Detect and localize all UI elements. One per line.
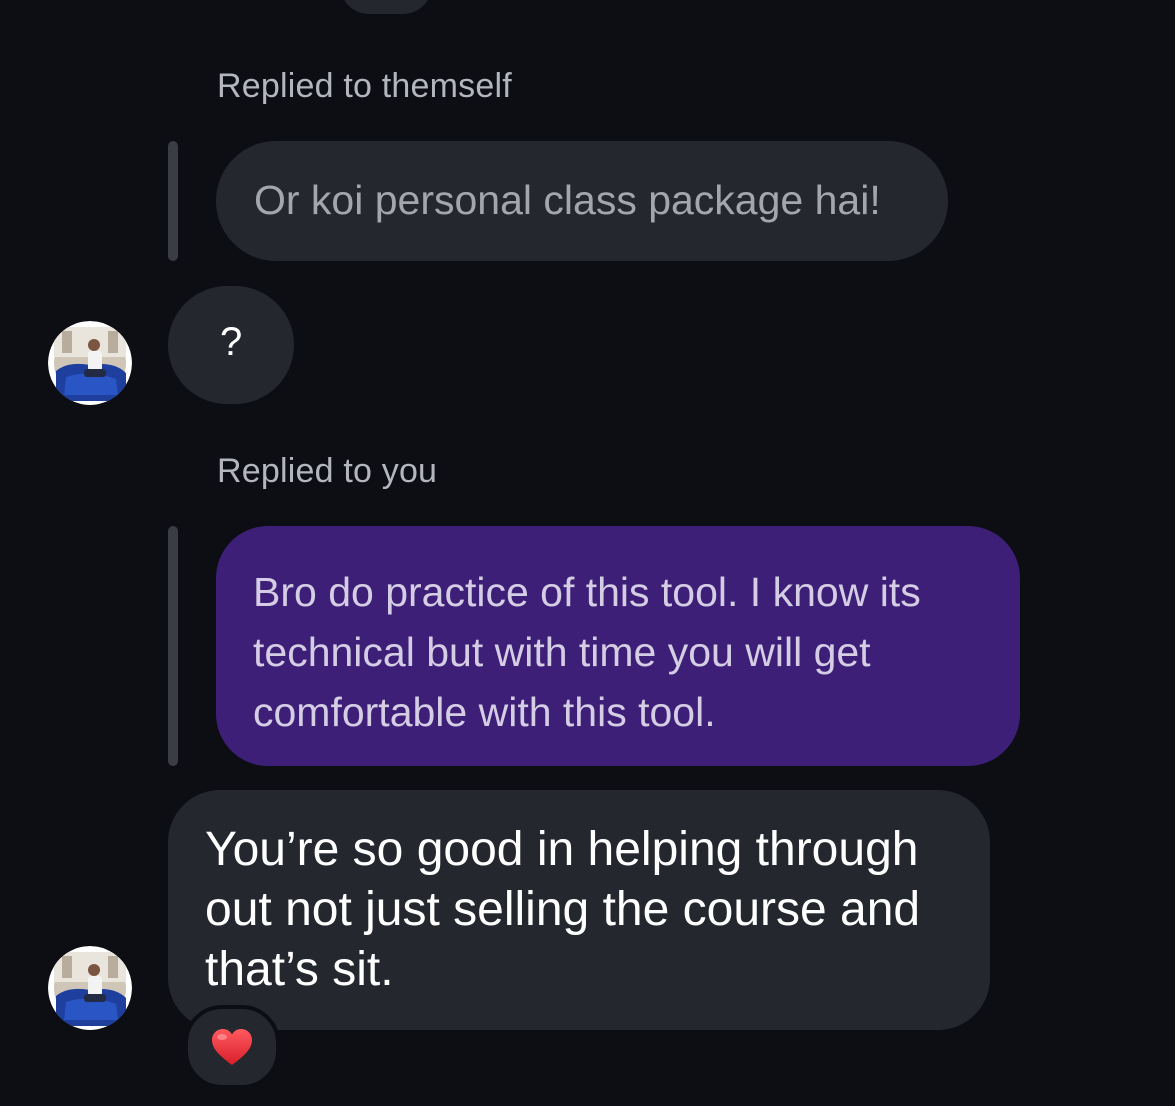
avatar[interactable] [48, 946, 132, 1030]
quoted-sent-message-bubble[interactable]: Bro do practice of this tool. I know its… [216, 526, 1020, 766]
quoted-message-text: Or koi personal class package hai! [254, 177, 881, 223]
profile-photo-icon [48, 946, 132, 1030]
red-heart-icon [212, 1029, 252, 1065]
quoted-message-bubble[interactable]: Or koi personal class package hai! [216, 141, 948, 261]
message-line: that’s sit. [205, 943, 394, 996]
reply-message-bubble[interactable]: You’re so good in helping through out no… [168, 790, 990, 1030]
reply-quote-bar [168, 141, 178, 261]
message-bubble[interactable]: ? [168, 286, 294, 404]
reaction-badge[interactable] [184, 1005, 280, 1089]
reply-context-label: Replied to themself [217, 67, 512, 105]
quoted-message-line: technical but with time you will get [253, 629, 871, 675]
avatar[interactable] [48, 321, 132, 405]
message-line: out not just selling the course and [205, 883, 921, 936]
previous-message-bubble[interactable] [340, 0, 432, 14]
reply-context-label: Replied to you [217, 452, 438, 490]
quoted-message-line: Bro do practice of this tool. I know its [253, 569, 921, 615]
reply-quote-bar [168, 526, 178, 766]
message-text: ? [220, 320, 243, 364]
profile-photo-icon [48, 321, 132, 405]
quoted-message-line: comfortable with this tool. [253, 689, 716, 735]
message-line: You’re so good in helping through [205, 823, 919, 876]
